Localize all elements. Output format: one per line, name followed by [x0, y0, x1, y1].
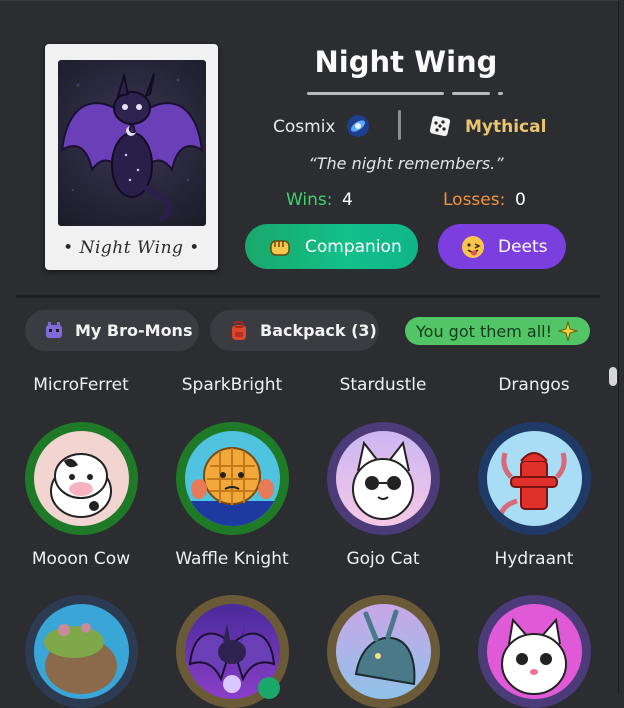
completion-badge: You got them all! [405, 317, 590, 345]
wins-count: 4 [342, 190, 353, 210]
creature-quote: “The night remembers.” [308, 154, 504, 173]
mon-name[interactable]: SparkBright [157, 375, 307, 395]
tongue-face-icon [460, 234, 486, 260]
mon-avatar-hydraant[interactable] [478, 422, 591, 535]
mon-name[interactable]: Hydraant [459, 549, 609, 569]
app-window: • Night Wing • Night Wing Cosmix Mythica… [0, 0, 619, 708]
wins-label: Wins: [286, 190, 333, 210]
deets-label: Deets [498, 236, 548, 257]
companion-button[interactable]: Companion [245, 224, 418, 269]
deets-button[interactable]: Deets [438, 224, 566, 269]
badge-text: You got them all! [416, 321, 553, 341]
scrollbar-thumb[interactable] [609, 367, 617, 386]
losses-label: Losses: [443, 190, 506, 210]
companion-label: Companion [305, 236, 402, 257]
mon-avatar-bear[interactable] [25, 595, 138, 708]
mon-name[interactable]: Stardustle [308, 375, 458, 395]
mon-avatar-gojo-cat[interactable] [327, 422, 440, 535]
mon-avatar-white-cat[interactable] [478, 595, 591, 708]
mon-avatar-dragon[interactable] [327, 595, 440, 708]
owner-name: Cosmix [273, 117, 336, 137]
companion-indicator-icon [258, 677, 280, 699]
backpack-icon [228, 320, 250, 342]
sparkle-icon [557, 320, 579, 342]
night-wing-artwork [58, 60, 206, 226]
title-underline [452, 92, 490, 95]
mon-name[interactable]: Waffle Knight [157, 549, 307, 569]
mon-avatar-night-wing[interactable] [176, 595, 289, 708]
mon-name[interactable]: Mooon Cow [6, 549, 156, 569]
creature-title: Night Wing [314, 45, 498, 79]
dice-icon [428, 114, 452, 138]
rarity-label: Mythical [465, 117, 547, 137]
mon-avatar-mooon-cow[interactable] [25, 422, 138, 535]
section-divider [16, 295, 600, 298]
tab-my-bro-mons[interactable]: My Bro-Mons [25, 310, 199, 351]
title-underline [498, 92, 503, 95]
galaxy-icon [345, 113, 371, 139]
card-caption: • Night Wing • [63, 238, 200, 258]
losses-count: 0 [515, 190, 526, 210]
creature-card[interactable]: • Night Wing • [45, 44, 218, 270]
mon-name[interactable]: Drangos [459, 375, 609, 395]
mon-avatar-waffle-knight[interactable] [176, 422, 289, 535]
mon-name[interactable]: Gojo Cat [308, 549, 458, 569]
alien-monster-icon [43, 320, 65, 342]
mon-name[interactable]: MicroFerret [6, 375, 156, 395]
fist-icon [267, 234, 293, 260]
vertical-divider [398, 110, 401, 140]
tab-label: Backpack (3) [260, 321, 377, 340]
tab-label: My Bro-Mons [75, 321, 193, 340]
title-underline [307, 92, 444, 95]
tab-backpack[interactable]: Backpack (3) [210, 310, 379, 351]
